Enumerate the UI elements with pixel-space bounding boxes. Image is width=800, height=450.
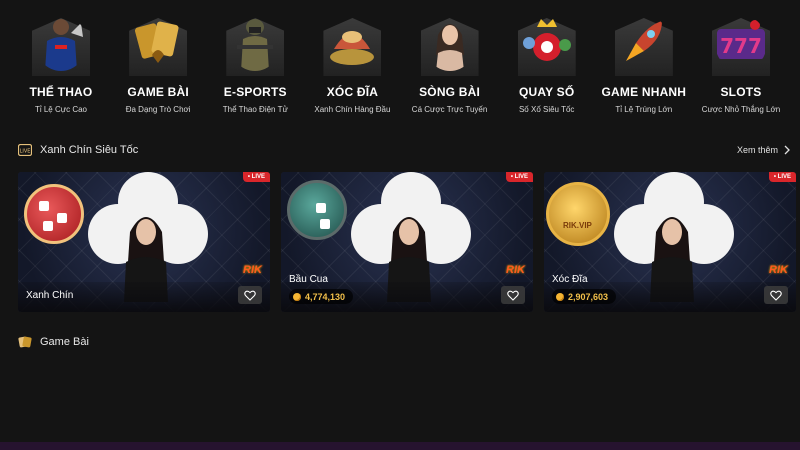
game-card-bau-cua[interactable]: • LIVE RIK Bầu Cua 4,774,130 xyxy=(281,172,533,312)
category-tile xyxy=(512,8,582,78)
heart-icon xyxy=(507,290,519,301)
category-subtitle: Xanh Chín Hàng Đầu xyxy=(314,105,391,114)
category-subtitle: Cá Cược Trực Tuyến xyxy=(411,105,488,114)
live-game-icon: LIVE xyxy=(18,144,32,156)
category-subtitle: Tỉ Lệ Cực Cao xyxy=(34,105,88,114)
live-badge: • LIVE xyxy=(242,172,270,182)
heart-icon xyxy=(770,290,782,301)
bottom-bar xyxy=(0,442,800,450)
category-label: GAME BÀI xyxy=(127,85,189,99)
category-the-thao[interactable]: THỂ THAO Tỉ Lệ Cực Cao xyxy=(16,8,106,125)
coin-icon xyxy=(293,292,301,301)
category-e-sports[interactable]: E-SPORTS Thể Thao Điện Tử xyxy=(210,8,300,125)
chevron-right-icon xyxy=(784,145,790,155)
lottery-balls-icon xyxy=(522,19,571,61)
dice-plate-image xyxy=(287,180,347,240)
section-header-game-bai: Game Bài xyxy=(18,336,89,348)
xoc-dia-bowl-image: RIK.VIP xyxy=(546,182,610,246)
cards-section-icon xyxy=(18,336,32,348)
game-card-xanh-chin[interactable]: • LIVE RIK Xanh Chín xyxy=(18,172,270,312)
rocket-icon xyxy=(625,21,662,61)
category-tile xyxy=(317,8,387,78)
jackpot-value: 4,774,130 xyxy=(305,291,346,302)
see-more-link[interactable]: Xem thêm xyxy=(737,145,790,155)
rik-brand-logo: RIK xyxy=(769,264,788,276)
soccer-player-icon xyxy=(45,19,83,71)
category-subtitle: Thể Thao Điện Tử xyxy=(222,105,288,114)
category-label: SÒNG BÀI xyxy=(419,85,481,99)
game-title: Xanh Chín xyxy=(26,290,74,301)
category-game-bai[interactable]: GAME BÀI Đa Dạng Trò Chơi xyxy=(113,8,203,125)
category-xoc-dia[interactable]: XÓC ĐĨA Xanh Chín Hàng Đầu xyxy=(307,8,397,125)
favorite-button[interactable] xyxy=(238,286,262,304)
jackpot-counter: 4,774,130 xyxy=(289,289,354,304)
dice-plate-image xyxy=(24,184,84,244)
category-subtitle: Số Xố Siêu Tốc xyxy=(518,105,575,114)
category-tile: 777 xyxy=(706,8,776,78)
jackpot-value: 2,907,603 xyxy=(568,291,609,302)
playing-cards-icon xyxy=(135,21,179,63)
category-label: SLOTS xyxy=(720,85,762,99)
section-title: Xanh Chín Siêu Tốc xyxy=(40,144,139,156)
heart-icon xyxy=(244,290,256,301)
disc-label: RIK.VIP xyxy=(563,221,592,230)
favorite-button[interactable] xyxy=(501,286,525,304)
category-game-nhanh[interactable]: GAME NHANH Tỉ Lệ Trúng Lớn xyxy=(599,8,689,125)
game-title: Xóc Đĩa xyxy=(552,274,588,285)
favorite-button[interactable] xyxy=(764,286,788,304)
category-subtitle: Cược Nhỏ Thắng Lớn xyxy=(701,105,781,114)
category-row: THỂ THAO Tỉ Lệ Cực Cao GAME BÀI Đa Dạng … xyxy=(0,0,800,125)
category-label: XÓC ĐĨA xyxy=(326,85,379,99)
see-more-label: Xem thêm xyxy=(736,145,778,155)
section-header-xanh-chin: LIVE Xanh Chín Siêu Tốc xyxy=(18,144,138,156)
category-subtitle: Tỉ Lệ Trúng Lớn xyxy=(615,105,673,114)
category-slots[interactable]: 777 SLOTS Cược Nhỏ Thắng Lớn xyxy=(696,8,786,125)
category-song-bai[interactable]: SÒNG BÀI Cá Cược Trực Tuyến xyxy=(405,8,495,125)
svg-text:777: 777 xyxy=(720,34,762,58)
jackpot-counter: 2,907,603 xyxy=(552,289,617,304)
slot-777-icon: 777 xyxy=(716,20,765,59)
category-quay-so[interactable]: QUAY SỐ Số Xố Siêu Tốc xyxy=(502,8,592,125)
section-title: Game Bài xyxy=(40,336,89,348)
category-label: GAME NHANH xyxy=(601,85,687,99)
game-card-xoc-dia[interactable]: RIK.VIP • LIVE RIK Xóc Đĩa 2,907,603 xyxy=(544,172,796,312)
category-label: THỂ THAO xyxy=(29,85,93,99)
rik-brand-logo: RIK xyxy=(243,264,262,276)
category-tile xyxy=(415,8,485,78)
category-label: E-SPORTS xyxy=(223,85,287,99)
svg-text:LIVE: LIVE xyxy=(20,149,31,155)
category-subtitle: Đa Dạng Trò Chơi xyxy=(125,105,191,114)
game-card-list: • LIVE RIK Xanh Chín • LIVE RIK Bầu Cua … xyxy=(18,172,796,312)
live-badge: • LIVE xyxy=(768,172,796,182)
category-tile xyxy=(609,8,679,78)
category-tile xyxy=(123,8,193,78)
rik-brand-logo: RIK xyxy=(506,264,525,276)
game-title: Bầu Cua xyxy=(289,274,328,285)
category-tile xyxy=(220,8,290,78)
category-tile xyxy=(26,8,96,78)
esports-soldier-icon xyxy=(237,19,274,71)
category-label: QUAY SỐ xyxy=(518,85,575,99)
live-badge: • LIVE xyxy=(505,172,533,182)
coin-icon xyxy=(556,292,564,301)
casino-dealer-icon xyxy=(435,24,464,71)
